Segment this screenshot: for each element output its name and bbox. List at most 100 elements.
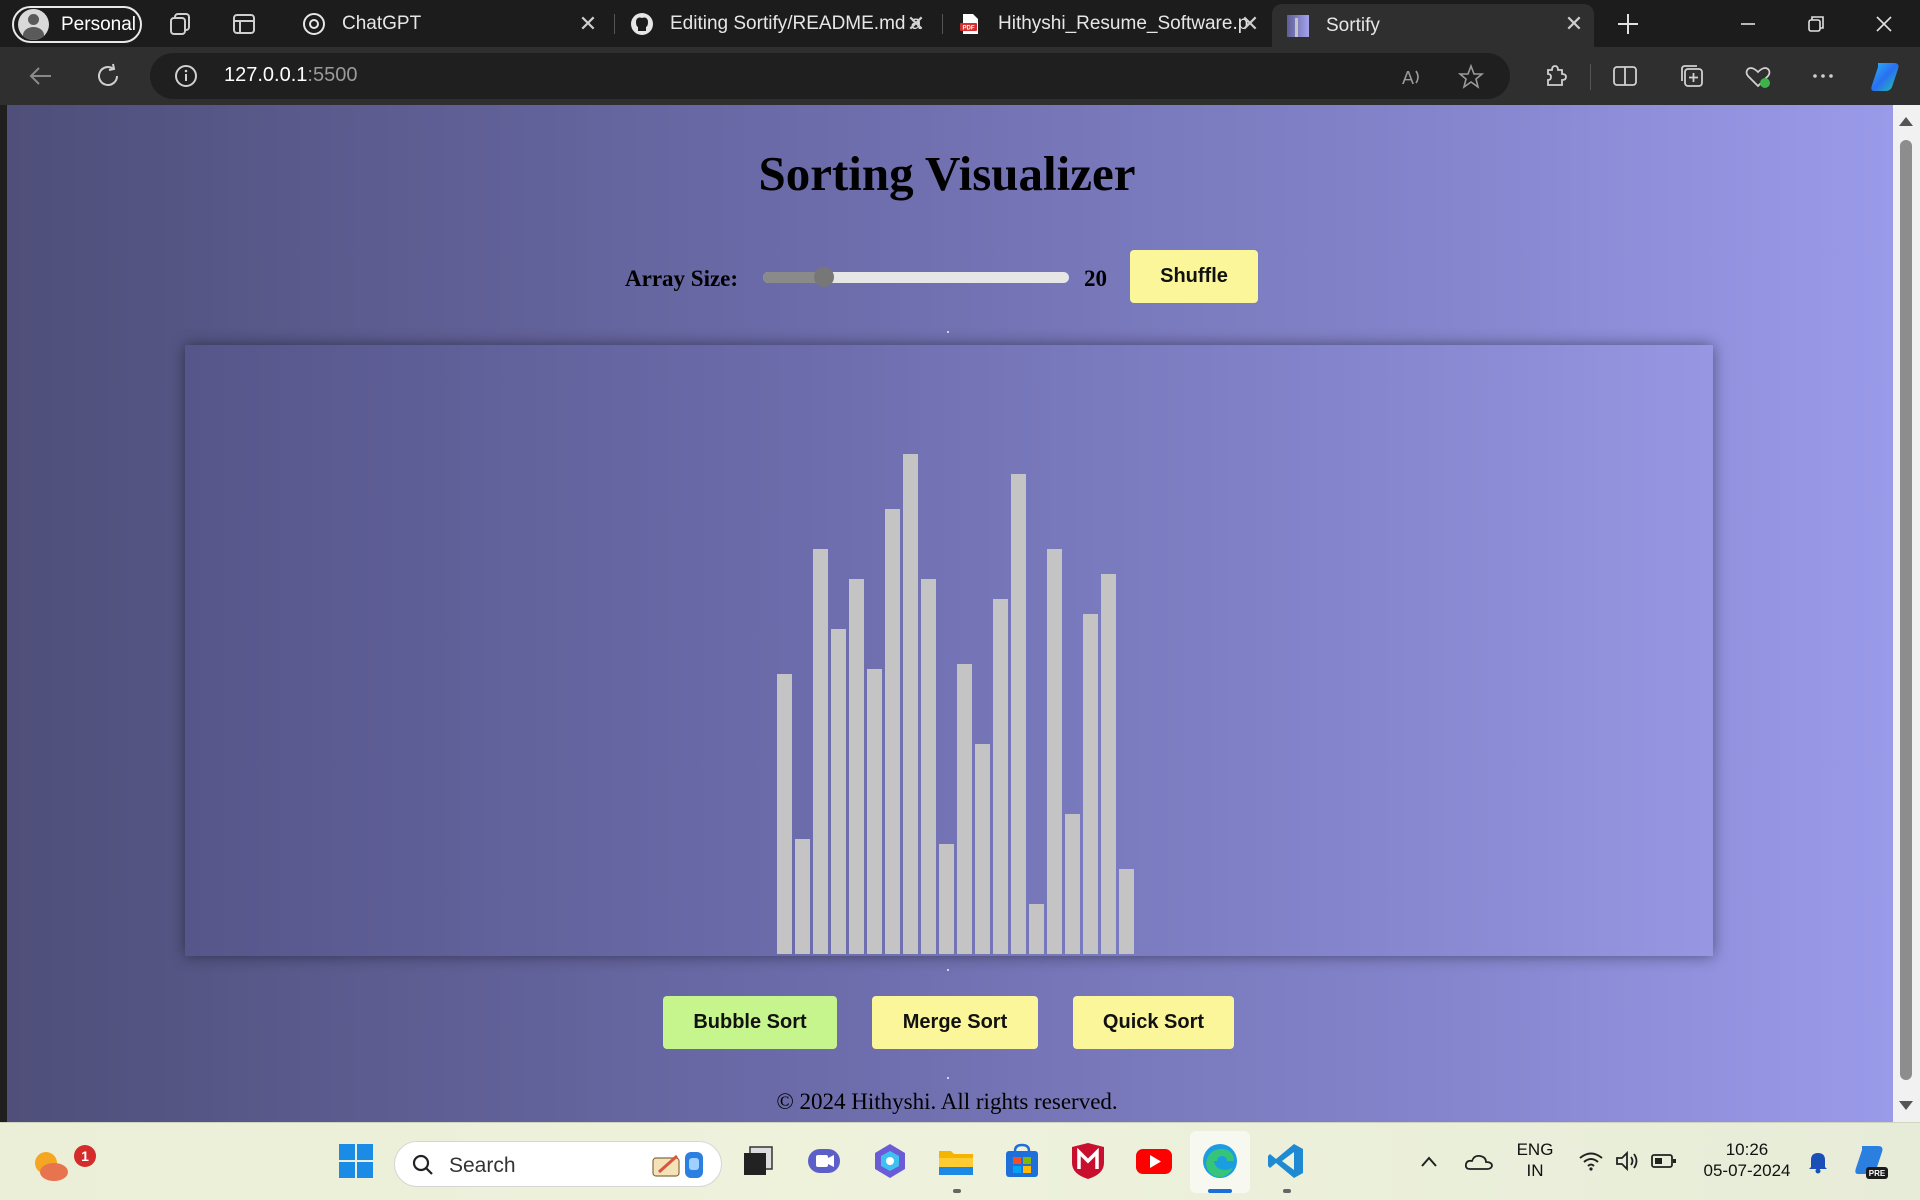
page-title: Sorting Visualizer xyxy=(758,146,1136,201)
minimize-icon[interactable] xyxy=(1732,8,1764,40)
svg-text:PRE: PRE xyxy=(1869,1169,1886,1178)
tab-label: ChatGPT xyxy=(342,13,422,34)
language-indicator[interactable]: ENG IN xyxy=(1510,1139,1560,1181)
array-bar xyxy=(777,674,792,954)
tab-label: Hithyshi_Resume_Software.p xyxy=(998,13,1249,34)
scroll-down-arrow-icon[interactable] xyxy=(1899,1101,1913,1110)
restore-icon[interactable] xyxy=(1800,8,1832,40)
close-window-icon[interactable] xyxy=(1868,8,1900,40)
quick-sort-button[interactable]: Quick Sort xyxy=(1073,996,1234,1049)
tab-chatgpt[interactable]: ChatGPT ✕ xyxy=(288,4,608,44)
volume-icon[interactable] xyxy=(1614,1149,1640,1173)
copilot-app-icon[interactable] xyxy=(870,1141,910,1181)
youtube-icon[interactable] xyxy=(1134,1141,1174,1181)
teams-meet-icon[interactable] xyxy=(804,1141,844,1181)
array-bar xyxy=(1029,904,1044,954)
array-size-value: 20 xyxy=(1084,266,1107,291)
tab-resume-pdf[interactable]: PDF Hithyshi_Resume_Software.p ✕ xyxy=(944,4,1270,44)
favorite-star-icon[interactable] xyxy=(1458,64,1484,90)
close-tab-icon[interactable]: ✕ xyxy=(904,12,928,36)
sort-buttons: Bubble Sort Merge Sort Quick Sort xyxy=(7,996,1887,1051)
array-bar xyxy=(1065,814,1080,954)
notification-bell-icon[interactable] xyxy=(1806,1149,1830,1175)
array-size-slider[interactable] xyxy=(763,267,1069,287)
array-bar xyxy=(1047,549,1062,954)
chatgpt-icon xyxy=(303,13,325,35)
taskbar-search[interactable]: Search xyxy=(394,1141,722,1187)
array-bar xyxy=(939,844,954,954)
close-tab-icon[interactable]: ✕ xyxy=(576,12,600,36)
copilot-icon[interactable] xyxy=(1868,59,1904,93)
mcafee-icon[interactable] xyxy=(1068,1141,1108,1181)
task-view-icon[interactable] xyxy=(738,1141,778,1181)
tab-label: Sortify xyxy=(1326,14,1380,36)
collections-icon[interactable] xyxy=(1677,61,1707,91)
slider-thumb[interactable] xyxy=(814,267,835,287)
bars-chart xyxy=(777,454,1134,954)
clock-date: 05-07-2024 xyxy=(1703,1161,1791,1180)
onedrive-icon[interactable] xyxy=(1464,1149,1494,1173)
svg-text:PDF: PDF xyxy=(963,26,975,32)
scrollbar-thumb[interactable] xyxy=(1900,140,1912,1080)
scroll-up-arrow-icon[interactable] xyxy=(1899,117,1913,126)
shuffle-button[interactable]: Shuffle xyxy=(1130,250,1258,303)
array-size-controls: Array Size: 20 Shuffle xyxy=(7,250,1887,306)
url-text: 127.0.0.1:5500 xyxy=(224,64,358,86)
close-tab-icon[interactable]: ✕ xyxy=(1562,12,1586,36)
search-highlight-icon xyxy=(652,1152,703,1178)
weather-widget[interactable]: 1 xyxy=(26,1135,98,1191)
vscode-icon[interactable] xyxy=(1266,1141,1306,1181)
page-scrollbar[interactable] xyxy=(1893,105,1920,1122)
microsoft-store-icon[interactable] xyxy=(1002,1141,1042,1181)
browser-essentials-icon[interactable] xyxy=(1743,61,1773,91)
profile-button[interactable]: Personal xyxy=(12,6,142,43)
back-arrow-icon[interactable] xyxy=(26,61,56,91)
show-hidden-icons-chevron-up-icon[interactable] xyxy=(1418,1151,1440,1173)
clock-time: 10:26 xyxy=(1725,1140,1769,1159)
tab-divider xyxy=(614,14,615,34)
svg-text:A: A xyxy=(1402,68,1414,88)
pdf-icon: PDF xyxy=(960,14,978,34)
array-bar xyxy=(921,579,936,954)
merge-sort-button[interactable]: Merge Sort xyxy=(872,996,1038,1049)
profile-label: Personal xyxy=(61,13,136,35)
copilot-pre-icon[interactable]: PRE xyxy=(1850,1143,1890,1181)
windows-start-icon[interactable] xyxy=(336,1141,376,1181)
separator-dot xyxy=(947,969,949,971)
toolbar-divider xyxy=(1590,64,1591,90)
edge-browser-icon[interactable] xyxy=(1200,1141,1240,1181)
wifi-icon[interactable] xyxy=(1578,1149,1604,1173)
footer-copyright: © 2024 Hithyshi. All rights reserved. xyxy=(776,1089,1118,1114)
new-tab-icon[interactable] xyxy=(1614,10,1642,38)
extensions-icon[interactable] xyxy=(1540,61,1570,91)
bars-container xyxy=(185,345,1713,956)
sortify-icon xyxy=(1287,14,1309,37)
read-aloud-icon[interactable]: A xyxy=(1400,65,1426,89)
file-explorer-icon[interactable] xyxy=(936,1141,976,1181)
array-bar xyxy=(975,744,990,954)
weather-icon xyxy=(35,1152,68,1181)
address-bar[interactable]: 127.0.0.1:5500 A xyxy=(150,53,1510,99)
more-options-icon[interactable] xyxy=(1808,61,1838,91)
windows-taskbar: 1 Search ENG IN 10:26 05-07-2024 PRE xyxy=(0,1122,1920,1200)
tab-github-readme[interactable]: Editing Sortify/README.md a ✕ xyxy=(616,4,936,44)
close-tab-icon[interactable]: ✕ xyxy=(1238,12,1262,36)
language-code: ENG xyxy=(1516,1140,1554,1159)
clock[interactable]: 10:26 05-07-2024 xyxy=(1692,1139,1802,1181)
reload-icon[interactable] xyxy=(93,61,123,91)
tab-sortify[interactable]: Sortify ✕ xyxy=(1272,4,1594,47)
bubble-sort-button[interactable]: Bubble Sort xyxy=(663,996,837,1049)
array-bar xyxy=(831,629,846,954)
battery-icon[interactable] xyxy=(1650,1150,1678,1172)
array-bar xyxy=(1083,614,1098,954)
browser-tab-strip: Personal ChatGPT ✕ Editing Sortify/READM… xyxy=(0,0,1920,47)
workspaces-icon[interactable] xyxy=(167,10,195,38)
tab-label: Editing Sortify/README.md a xyxy=(670,13,922,34)
site-info-icon[interactable] xyxy=(174,64,198,88)
array-bar xyxy=(885,509,900,954)
array-bar xyxy=(993,599,1008,954)
array-bar xyxy=(849,579,864,954)
tab-actions-icon[interactable] xyxy=(230,10,258,38)
split-screen-icon[interactable] xyxy=(1610,61,1640,91)
browser-toolbar: 127.0.0.1:5500 A xyxy=(0,47,1920,105)
